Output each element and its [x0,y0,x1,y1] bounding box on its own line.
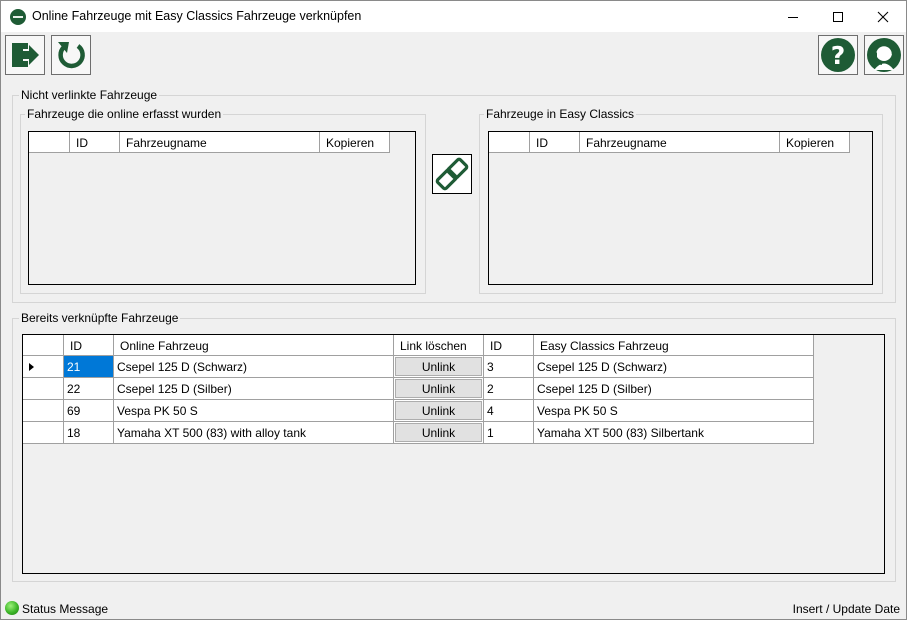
support-headset-icon [867,38,901,72]
maximize-button[interactable] [815,1,860,32]
unlink-button[interactable]: Unlink [395,379,482,398]
toolbar: ? [1,32,906,78]
cell-online-vehicle[interactable]: Yamaha XT 500 (83) with alloy tank [114,422,394,444]
column-header-id[interactable]: ID [70,132,120,153]
status-indicator-icon [5,601,19,615]
unlink-button[interactable]: Unlink [395,401,482,420]
exit-arrow-icon [12,43,39,67]
row-selector[interactable] [23,378,64,400]
column-header-copy[interactable]: Kopieren [320,132,390,153]
easy-classics-vehicles-legend: Fahrzeuge in Easy Classics [484,107,637,121]
cell-ec-vehicle[interactable]: Vespa PK 50 S [534,400,814,422]
linked-vehicles-grid[interactable]: ID Online Fahrzeug Link löschen ID Easy … [22,334,885,574]
column-header-copy[interactable]: Kopieren [780,132,850,153]
table-row[interactable]: 22 Csepel 125 D (Silber) Unlink 2 Csepel… [23,378,814,400]
linked-grid-rows: 21 Csepel 125 D (Schwarz) Unlink 3 Csepe… [23,356,814,444]
column-header-id[interactable]: ID [530,132,580,153]
table-row[interactable]: 21 Csepel 125 D (Schwarz) Unlink 3 Csepe… [23,356,814,378]
column-header-ec-id[interactable]: ID [484,335,534,356]
cell-ec-id[interactable]: 4 [484,400,534,422]
status-message: Status Message [22,602,109,616]
svg-text:?: ? [831,41,846,70]
column-header-ec-vehicle[interactable]: Easy Classics Fahrzeug [534,335,814,356]
help-icon: ? [821,38,855,72]
row-selector[interactable] [23,356,64,378]
cell-id[interactable]: 69 [64,400,114,422]
refresh-icon [58,42,85,69]
close-icon [877,11,888,22]
window-title: Online Fahrzeuge mit Easy Classics Fahrz… [32,9,362,23]
column-header-rowselector [29,132,70,153]
status-date: Insert / Update Date [792,602,900,616]
main-window: Online Fahrzeuge mit Easy Classics Fahrz… [0,0,907,620]
cell-online-vehicle[interactable]: Csepel 125 D (Schwarz) [114,356,394,378]
column-header-online-vehicle[interactable]: Online Fahrzeug [114,335,394,356]
unlinked-vehicles-legend: Nicht verlinkte Fahrzeuge [19,88,160,102]
maximize-icon [832,11,843,22]
cell-ec-id[interactable]: 2 [484,378,534,400]
unlink-button[interactable]: Unlink [395,357,482,376]
minimize-icon [787,16,798,18]
cell-ec-id[interactable]: 3 [484,356,534,378]
cell-online-vehicle[interactable]: Csepel 125 D (Silber) [114,378,394,400]
table-row[interactable]: 69 Vespa PK 50 S Unlink 4 Vespa PK 50 S [23,400,814,422]
easy-grid-header: ID Fahrzeugname Kopieren [489,132,850,153]
cell-id[interactable]: 18 [64,422,114,444]
minimize-button[interactable] [770,1,815,32]
cell-ec-vehicle[interactable]: Csepel 125 D (Schwarz) [534,356,814,378]
app-logo-icon [10,9,26,25]
online-vehicles-grid[interactable]: ID Fahrzeugname Kopieren [28,131,416,285]
column-header-id[interactable]: ID [64,335,114,356]
cell-unlink: Unlink [394,422,484,444]
cell-online-vehicle[interactable]: Vespa PK 50 S [114,400,394,422]
column-header-vehicle-name[interactable]: Fahrzeugname [580,132,780,153]
cell-ec-vehicle[interactable]: Csepel 125 D (Silber) [534,378,814,400]
refresh-button[interactable] [51,35,91,75]
cell-ec-id[interactable]: 1 [484,422,534,444]
status-bar: Status Message Insert / Update Date [1,597,906,619]
chain-link-icon [435,157,469,191]
column-header-rowselector [23,335,64,356]
current-row-arrow-icon [29,363,34,371]
row-selector[interactable] [23,422,64,444]
link-vehicles-button[interactable] [432,154,472,194]
title-bar: Online Fahrzeuge mit Easy Classics Fahrz… [1,1,906,32]
cell-id[interactable]: 21 [64,356,114,378]
exit-button[interactable] [5,35,45,75]
support-button[interactable] [864,35,904,75]
column-header-unlink[interactable]: Link löschen [394,335,484,356]
cell-unlink: Unlink [394,378,484,400]
column-header-vehicle-name[interactable]: Fahrzeugname [120,132,320,153]
easy-classics-vehicles-grid[interactable]: ID Fahrzeugname Kopieren [488,131,873,285]
cell-unlink: Unlink [394,400,484,422]
online-grid-header: ID Fahrzeugname Kopieren [29,132,390,153]
online-vehicles-legend: Fahrzeuge die online erfasst wurden [25,107,224,121]
close-button[interactable] [860,1,905,32]
unlink-button[interactable]: Unlink [395,423,482,442]
cell-unlink: Unlink [394,356,484,378]
row-selector[interactable] [23,400,64,422]
column-header-rowselector [489,132,530,153]
cell-ec-vehicle[interactable]: Yamaha XT 500 (83) Silbertank [534,422,814,444]
help-button[interactable]: ? [818,35,858,75]
linked-grid-header: ID Online Fahrzeug Link löschen ID Easy … [23,335,814,356]
cell-id[interactable]: 22 [64,378,114,400]
table-row[interactable]: 18 Yamaha XT 500 (83) with alloy tank Un… [23,422,814,444]
linked-vehicles-legend: Bereits verknüpfte Fahrzeuge [19,311,181,325]
